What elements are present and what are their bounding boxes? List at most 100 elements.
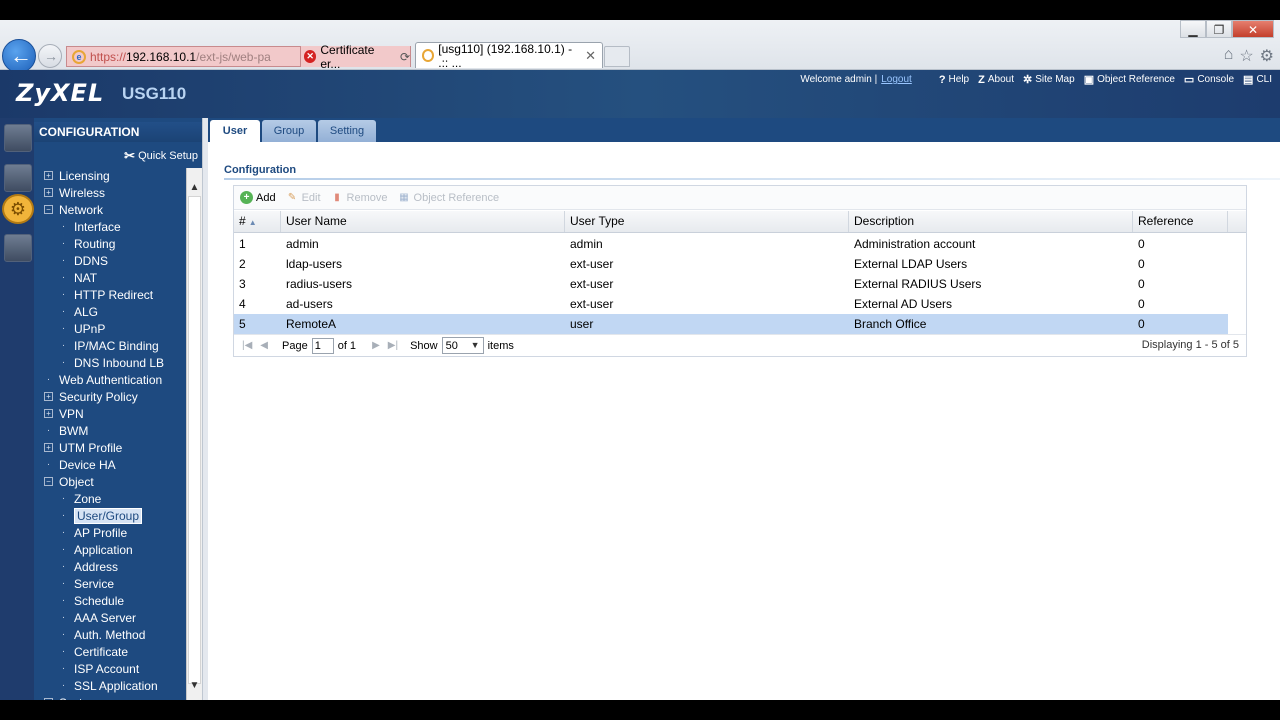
monitor-icon[interactable]	[4, 164, 32, 192]
first-page-icon[interactable]: |◀	[242, 340, 252, 351]
scroll-thumb[interactable]	[188, 196, 201, 684]
close-tab-icon[interactable]: ✕	[585, 48, 596, 64]
collapse-icon[interactable]: −	[44, 477, 53, 486]
sidebar-item[interactable]: · Interface	[59, 218, 121, 235]
sidebar-item[interactable]: · NAT	[59, 269, 97, 286]
logout-link[interactable]: Logout	[881, 74, 912, 85]
column-header-description[interactable]: Description	[849, 211, 1133, 232]
expand-icon[interactable]: +	[44, 443, 53, 452]
column-header-user-type[interactable]: User Type	[565, 211, 849, 232]
sidebar-item[interactable]: · ALG	[59, 303, 98, 320]
sidebar-item[interactable]: − Object	[44, 473, 94, 490]
sidebar-item[interactable]: + UTM Profile	[44, 439, 122, 456]
sidebar-item-label: IP/MAC Binding	[74, 338, 159, 353]
forward-button[interactable]: →	[38, 44, 62, 68]
table-row[interactable]: 4 ad-users ext-user External AD Users 0	[234, 294, 1228, 314]
sidebar-item[interactable]: · DNS Inbound LB	[59, 354, 164, 371]
about-link[interactable]: Z About	[978, 74, 1014, 86]
screen: ▁ ❐ ✕ ← → e https:// 192.168.10.1 /ext-j…	[0, 0, 1280, 720]
certificate-error[interactable]: ✕ Certificate er... ⟳	[300, 43, 410, 71]
table-row[interactable]: 5 RemoteA user Branch Office 0	[234, 314, 1228, 334]
back-button[interactable]: ←	[2, 39, 36, 73]
sidebar-item[interactable]: − Network	[44, 201, 103, 218]
sidebar-item[interactable]: · Application	[59, 541, 133, 558]
cli-link[interactable]: ▤ CLI	[1243, 73, 1272, 86]
sidebar-item[interactable]: · User/Group	[59, 507, 143, 524]
sidebar-item[interactable]: · Device HA	[44, 456, 116, 473]
maintenance-icon[interactable]	[4, 234, 32, 262]
expand-icon[interactable]: +	[44, 188, 53, 197]
remove-button[interactable]: ▮ Remove	[331, 191, 387, 204]
sidebar-item[interactable]: · AAA Server	[59, 609, 136, 626]
dashboard-icon[interactable]	[4, 124, 32, 152]
cli-label: CLI	[1256, 74, 1272, 85]
tools-gear-icon[interactable]: ⚙	[1260, 46, 1274, 66]
table-row[interactable]: 3 radius-users ext-user External RADIUS Use…	[234, 274, 1228, 294]
sidebar-item[interactable]: · Web Authentication	[44, 371, 162, 388]
scroll-up-icon[interactable]: ▲	[187, 180, 202, 196]
sidebar-item[interactable]: · HTTP Redirect	[59, 286, 153, 303]
collapse-icon[interactable]: −	[44, 205, 53, 214]
section-title: Configuration	[224, 164, 297, 176]
sidebar-item[interactable]: · DDNS	[59, 252, 108, 269]
next-page-icon[interactable]: ▶	[372, 340, 380, 351]
refresh-icon[interactable]: ⟳	[400, 50, 410, 64]
tab-group[interactable]: Group	[262, 120, 316, 142]
close-window-button[interactable]: ✕	[1232, 20, 1274, 38]
object-reference-link[interactable]: ▣ Object Reference	[1084, 73, 1175, 86]
bullet-icon: ·	[61, 629, 66, 640]
column-header-number[interactable]: # ▲	[234, 211, 281, 232]
sidebar-item[interactable]: + Licensing	[44, 167, 110, 184]
restore-button[interactable]: ❐	[1206, 20, 1232, 38]
tab-setting[interactable]: Setting	[318, 120, 376, 142]
sidebar-item[interactable]: · ISP Account	[59, 660, 139, 677]
bottom-letterbox	[0, 700, 1280, 720]
column-header-user-name[interactable]: User Name	[281, 211, 565, 232]
sidebar-item[interactable]: · UPnP	[59, 320, 106, 337]
column-header-reference[interactable]: Reference	[1133, 211, 1228, 232]
edit-button[interactable]: ✎ Edit	[286, 191, 321, 204]
table-row[interactable]: 1 admin admin Administration account 0	[234, 234, 1228, 254]
sidebar-item[interactable]: + Security Policy	[44, 388, 138, 405]
minimize-button[interactable]: ▁	[1180, 20, 1206, 38]
favorites-icon[interactable]: ☆	[1239, 46, 1253, 66]
sidebar-item[interactable]: · Address	[59, 558, 118, 575]
sidebar-item[interactable]: · SSL Application	[59, 677, 158, 694]
sidebar-item[interactable]: + Wireless	[44, 184, 105, 201]
expand-icon[interactable]: +	[44, 171, 53, 180]
sidebar-item[interactable]: · Schedule	[59, 592, 124, 609]
page-size-select[interactable]: 50 ▼	[441, 337, 484, 354]
sidebar-item-label: SSL Application	[74, 678, 158, 693]
page-number-input[interactable]	[311, 337, 334, 354]
sidebar-item[interactable]: · Service	[59, 575, 114, 592]
sidebar-item[interactable]: · BWM	[44, 422, 89, 439]
console-link[interactable]: ▭ Console	[1184, 73, 1234, 86]
object-reference-button[interactable]: ▦ Object Reference	[398, 191, 499, 204]
sidebar-item[interactable]: · Certificate	[59, 643, 128, 660]
expand-icon[interactable]: +	[44, 392, 53, 401]
home-icon[interactable]: ⌂	[1224, 46, 1234, 66]
sidebar-item[interactable]: · Auth. Method	[59, 626, 146, 643]
cell-user-name: admin	[286, 237, 319, 251]
sidebar-item[interactable]: · IP/MAC Binding	[59, 337, 159, 354]
sidebar-item[interactable]: · AP Profile	[59, 524, 127, 541]
new-tab-button[interactable]	[604, 46, 630, 67]
configuration-gear-icon[interactable]: ⚙	[2, 194, 34, 224]
sidebar-item-label: DNS Inbound LB	[74, 355, 165, 370]
sidebar-item[interactable]: · Routing	[59, 235, 116, 252]
add-button[interactable]: + Add	[240, 191, 276, 204]
sidebar-item[interactable]: · Zone	[59, 490, 102, 507]
cell-number: 1	[239, 237, 246, 251]
table-row[interactable]: 2 ldap-users ext-user External LDAP Users 0	[234, 254, 1228, 274]
scroll-down-icon[interactable]: ▼	[187, 678, 202, 694]
browser-tab[interactable]: [usg110] (192.168.10.1) - .:: ... ✕	[415, 42, 603, 70]
help-link[interactable]: ? Help	[939, 74, 969, 86]
tab-user[interactable]: User	[210, 120, 260, 142]
prev-page-icon[interactable]: ◀	[260, 340, 268, 351]
expand-icon[interactable]: +	[44, 409, 53, 418]
sidebar-item[interactable]: + VPN	[44, 405, 84, 422]
quick-setup-link[interactable]: ✂ Quick Setup	[124, 148, 198, 164]
sitemap-link[interactable]: ✲ Site Map	[1023, 73, 1075, 86]
last-page-icon[interactable]: ▶|	[388, 340, 398, 351]
nav-scrollbar[interactable]: ▲ ▼	[186, 168, 202, 700]
